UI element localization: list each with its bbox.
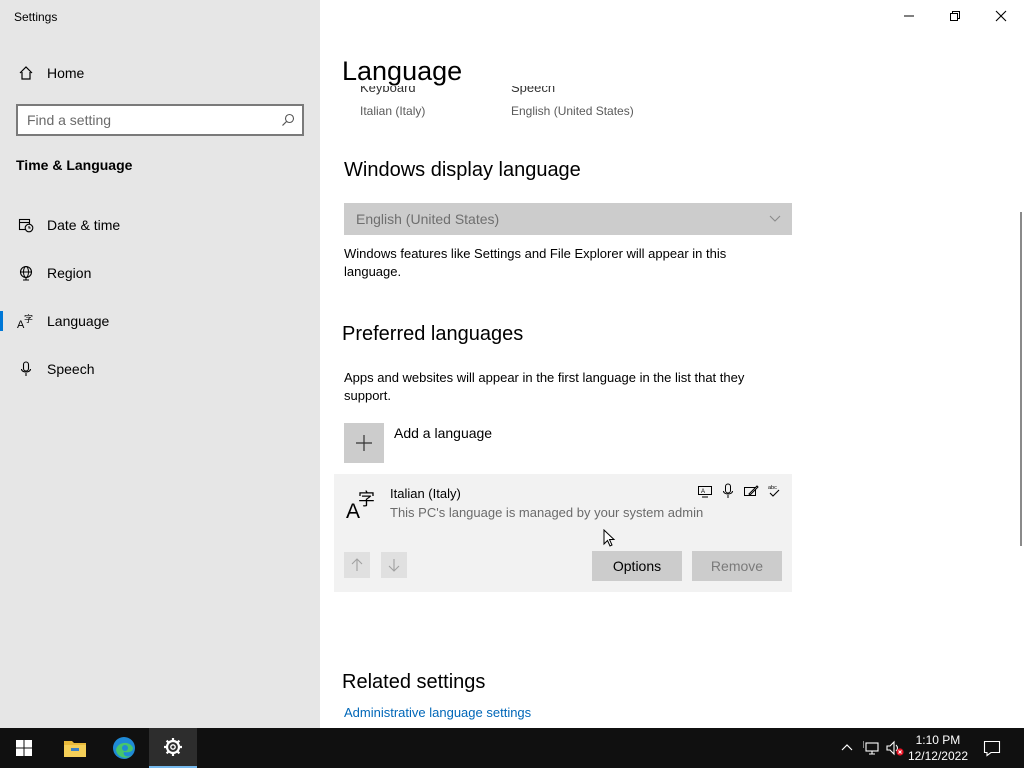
volume-muted-icon[interactable]	[885, 738, 905, 758]
scrollbar[interactable]	[1020, 212, 1022, 546]
display-language-selected: English (United States)	[356, 211, 500, 227]
app-title: Settings	[14, 10, 58, 24]
settings-button[interactable]	[149, 728, 197, 768]
display-language-heading: Windows display language	[344, 159, 581, 181]
edge-icon	[113, 737, 135, 759]
partial-labels: Keyboard Speech	[360, 86, 760, 96]
display-language-description: Windows features like Settings and File …	[344, 246, 727, 279]
sidebar: Settings Home Time & Language Date & tim…	[0, 0, 320, 728]
administrative-language-settings-link[interactable]: Administrative language settings	[344, 705, 531, 720]
start-button[interactable]	[0, 728, 48, 768]
taskbar-clock[interactable]: 1:10 PM 12/12/2022	[908, 732, 968, 764]
options-button[interactable]: Options	[592, 551, 682, 581]
display-language-feature-icon: A	[696, 482, 713, 499]
nav-home-label: Home	[47, 65, 85, 81]
preferred-languages-description: Apps and websites will appear in the fir…	[344, 370, 745, 403]
globe-icon	[16, 263, 36, 283]
sidebar-item-date-time[interactable]: Date & time	[0, 207, 320, 243]
minimize-button[interactable]	[886, 0, 932, 32]
restore-button[interactable]	[932, 0, 978, 32]
page-title: Language	[342, 56, 463, 86]
chevron-down-icon	[768, 211, 782, 228]
settings-icon	[164, 738, 182, 756]
show-hidden-icons-chevron-icon[interactable]	[837, 738, 857, 758]
svg-text:字: 字	[358, 490, 375, 510]
plus-icon	[344, 423, 384, 463]
search-box[interactable]	[16, 104, 304, 136]
keyboard-label: Keyboard	[360, 86, 416, 95]
spellcheck-feature-icon: abc	[765, 482, 782, 499]
search-input[interactable]	[18, 112, 274, 128]
remove-button[interactable]: Remove	[692, 551, 782, 581]
speech-label: Speech	[511, 86, 556, 95]
keyboard-value: Italian (Italy)	[360, 104, 426, 118]
related-settings-heading: Related settings	[342, 671, 486, 693]
speech-value: English (United States)	[511, 104, 634, 118]
svg-text:字: 字	[24, 313, 33, 325]
mouse-cursor-icon	[603, 529, 616, 547]
notifications-icon[interactable]	[982, 738, 1002, 758]
main-content: Language Keyboard Speech Italian (Italy)…	[320, 0, 1024, 728]
language-name: Italian (Italy)	[390, 486, 461, 501]
sidebar-item-region[interactable]: Region	[0, 255, 320, 291]
close-button[interactable]	[978, 0, 1024, 32]
sidebar-item-label: Date & time	[47, 217, 121, 233]
clock-calendar-icon	[16, 215, 36, 235]
language-icon: A字	[16, 311, 36, 331]
sidebar-item-language[interactable]: A字 Language	[0, 303, 320, 339]
sidebar-item-speech[interactable]: Speech	[0, 351, 320, 387]
display-language-dropdown[interactable]: English (United States)	[344, 203, 792, 235]
add-language-label: Add a language	[394, 425, 493, 441]
file-explorer-button[interactable]	[51, 728, 99, 768]
language-feature-icons: A abc	[696, 482, 782, 499]
sidebar-item-label: Language	[47, 313, 110, 329]
language-card-italian[interactable]: A字 Italian (Italy) This PC's language is…	[334, 474, 792, 592]
clock-date: 12/12/2022	[907, 749, 968, 763]
clock-time: 1:10 PM	[915, 733, 961, 747]
window-controls	[886, 0, 1024, 32]
language-subtitle: This PC's language is managed by your sy…	[390, 505, 704, 520]
move-up-button[interactable]	[344, 552, 370, 578]
add-language-button[interactable]: Add a language	[344, 423, 492, 463]
preferred-languages-heading: Preferred languages	[342, 323, 524, 345]
language-icon: A字	[346, 486, 378, 523]
section-title: Time & Language	[16, 157, 133, 173]
taskbar: 1:10 PM 12/12/2022	[0, 728, 1024, 768]
microphone-icon	[16, 359, 36, 379]
network-icon[interactable]	[862, 738, 882, 758]
svg-text:abc: abc	[768, 485, 777, 491]
start-icon	[16, 740, 32, 756]
svg-text:A: A	[701, 489, 705, 495]
nav-home[interactable]: Home	[0, 58, 320, 88]
speech-feature-icon	[719, 482, 736, 499]
home-icon	[16, 63, 36, 83]
move-down-button[interactable]	[381, 552, 407, 578]
search-icon[interactable]	[274, 106, 302, 134]
file-explorer-icon	[64, 741, 86, 757]
handwriting-feature-icon	[742, 482, 759, 499]
sidebar-item-label: Region	[47, 265, 92, 281]
sidebar-item-label: Speech	[47, 361, 95, 377]
edge-button[interactable]	[100, 728, 148, 768]
